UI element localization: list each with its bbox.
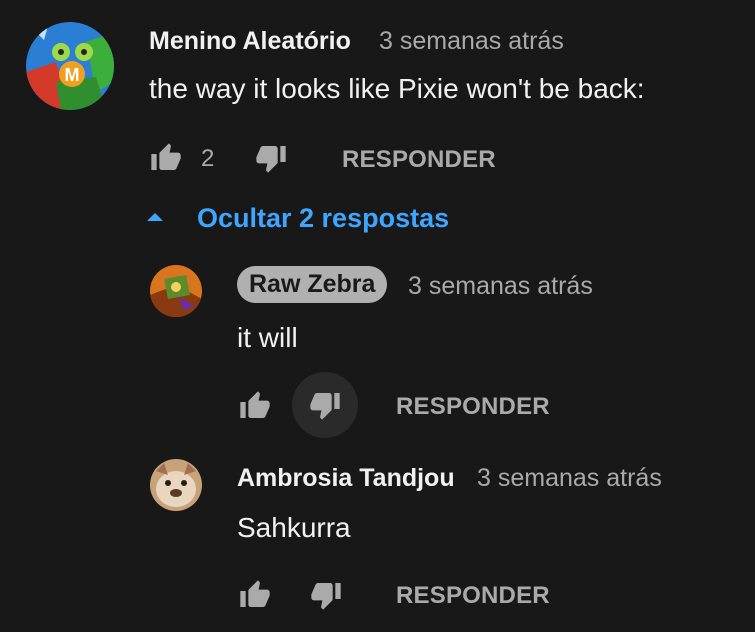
reply-time[interactable]: 3 semanas atrás	[408, 272, 593, 301]
reply-author[interactable]: Ambrosia Tandjou	[237, 464, 455, 493]
comment-time[interactable]: 3 semanas atrás	[379, 27, 564, 56]
reply-button[interactable]: RESPONDER	[342, 146, 496, 174]
reply-text: it will	[237, 322, 298, 353]
svg-text:M: M	[65, 65, 80, 85]
reply-avatar[interactable]	[150, 265, 202, 317]
like-icon[interactable]	[238, 578, 272, 612]
like-count: 2	[201, 145, 215, 172]
like-icon[interactable]	[238, 389, 272, 423]
comment-avatar[interactable]: M	[26, 22, 114, 110]
reply-time[interactable]: 3 semanas atrás	[477, 464, 662, 493]
hide-replies-toggle[interactable]: Ocultar 2 respostas	[197, 203, 449, 234]
dislike-icon[interactable]	[254, 141, 288, 175]
comment-author[interactable]: Menino Aleatório	[149, 27, 351, 56]
like-icon[interactable]	[149, 141, 183, 175]
dislike-icon	[308, 388, 342, 422]
comment-text: the way it looks like Pixie won't be bac…	[149, 73, 645, 104]
reply-author-badge[interactable]: Raw Zebra	[237, 266, 388, 303]
dislike-icon[interactable]	[309, 578, 343, 612]
reply-text: Sahkurra	[237, 512, 351, 543]
reply-avatar[interactable]	[150, 459, 202, 511]
reply-button[interactable]: RESPONDER	[396, 582, 550, 610]
dislike-button-hovered[interactable]	[292, 372, 358, 438]
reply-button[interactable]: RESPONDER	[396, 393, 550, 421]
caret-up-icon[interactable]	[147, 213, 163, 221]
